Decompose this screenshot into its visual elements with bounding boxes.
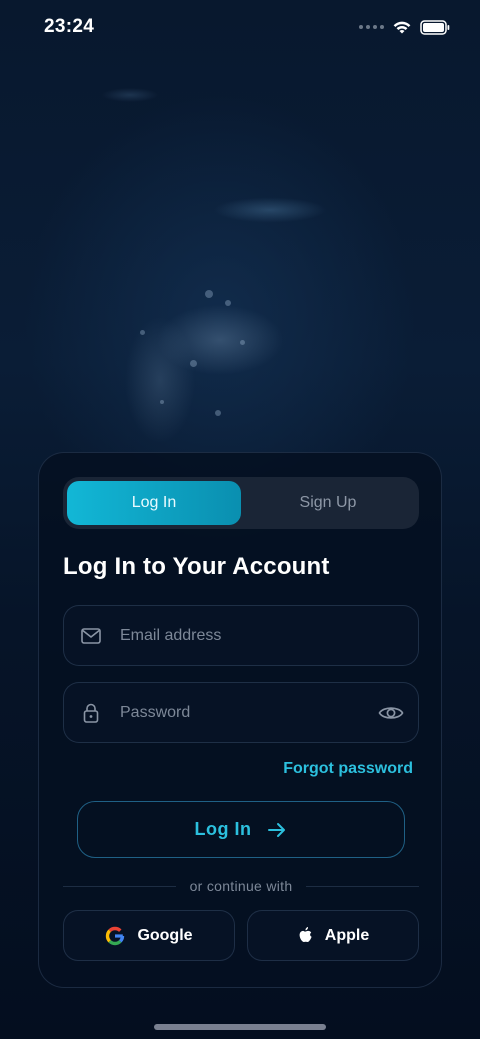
mail-icon	[80, 625, 102, 647]
home-indicator[interactable]	[154, 1024, 326, 1030]
status-time: 23:24	[44, 16, 95, 37]
cellular-signal-icon	[359, 25, 384, 29]
battery-icon	[420, 19, 450, 35]
password-placeholder: Password	[120, 703, 191, 721]
auth-tabs: Log In Sign Up	[63, 477, 419, 529]
log-in-button-label: Log In	[194, 819, 252, 839]
password-field[interactable]: Password	[63, 682, 419, 743]
login-card: Log In Sign Up Log In to Your Account Em…	[38, 452, 442, 988]
apple-button-label: Apple	[324, 926, 370, 944]
wifi-icon	[393, 21, 411, 33]
eye-icon[interactable]	[378, 702, 404, 724]
forgot-password-link[interactable]: Forgot password	[283, 760, 413, 778]
tab-sign-up[interactable]: Sign Up	[241, 481, 415, 525]
status-icons	[359, 19, 450, 35]
email-placeholder: Email address	[120, 626, 222, 644]
status-bar: 23:24	[0, 0, 480, 54]
google-button-label: Google	[137, 926, 193, 944]
divider-line-right	[306, 885, 420, 887]
log-in-button[interactable]: Log In	[77, 801, 405, 858]
apple-icon	[299, 927, 312, 942]
divider-line-left	[63, 885, 176, 887]
email-field[interactable]: Email address	[63, 605, 419, 666]
google-button[interactable]: Google	[63, 910, 235, 961]
tab-log-in[interactable]: Log In	[67, 481, 241, 525]
apple-button[interactable]: Apple	[247, 910, 419, 961]
social-divider: or continue with	[63, 878, 420, 894]
lock-icon	[80, 702, 102, 724]
arrow-right-icon	[268, 822, 286, 837]
page-title: Log In to Your Account	[63, 553, 330, 580]
divider-text: or continue with	[189, 878, 293, 894]
google-icon	[106, 926, 125, 945]
